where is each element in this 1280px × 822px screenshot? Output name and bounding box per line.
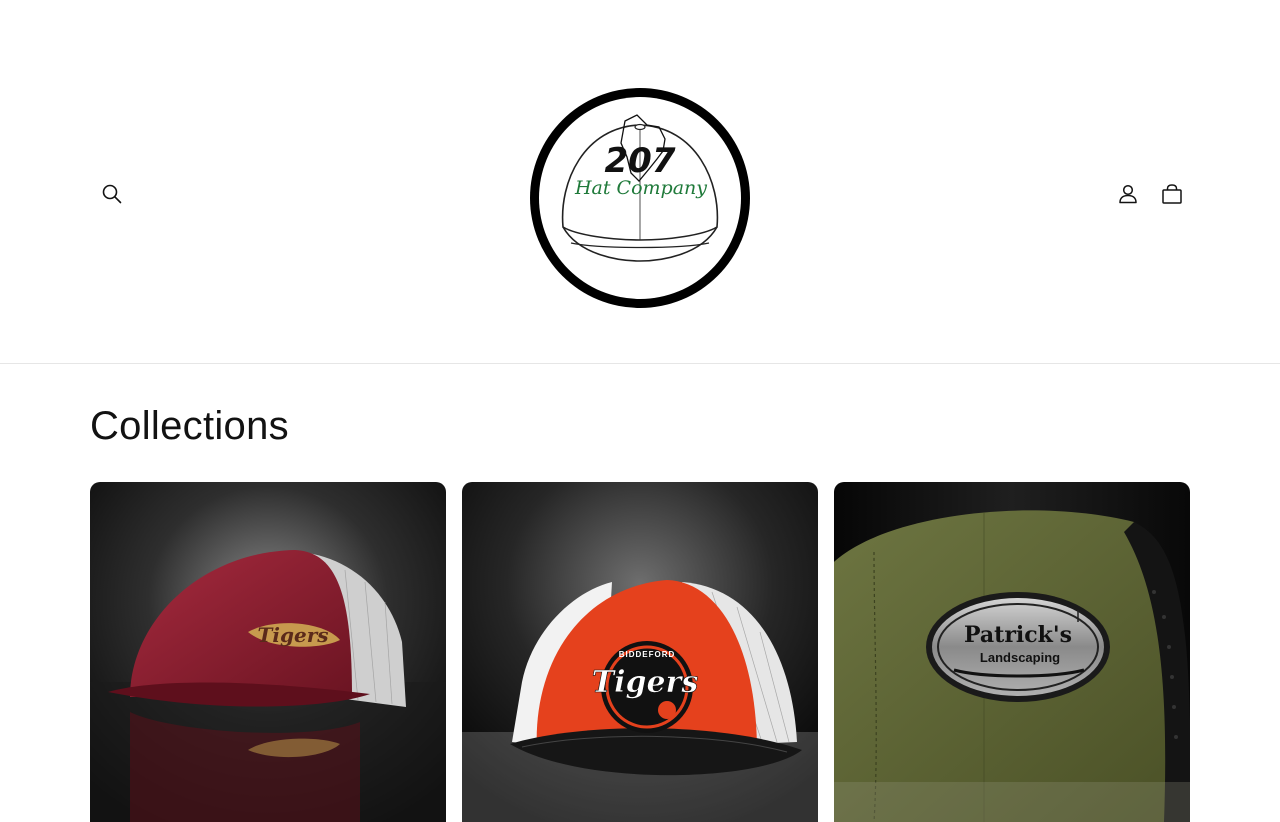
- patch-sub-text: Landscaping: [980, 650, 1060, 665]
- logo-number: 207: [605, 141, 676, 181]
- collection-card[interactable]: Tigers: [90, 482, 446, 822]
- collection-card[interactable]: BIDDEFORD Tigers: [462, 482, 818, 822]
- collection-image: BIDDEFORD Tigers: [462, 482, 818, 822]
- account-icon: [1119, 184, 1137, 204]
- page-title: Collections: [90, 404, 289, 448]
- patch-text: Tigers: [592, 665, 699, 700]
- logo-script-text: Hat Company: [574, 177, 707, 199]
- site-header: CUSTOM HATS MADE TO ORDER 207 Hat Compan…: [0, 0, 1280, 364]
- collection-image: Patrick's Landscaping: [834, 482, 1190, 822]
- cart-icon: [1162, 184, 1182, 204]
- patch-text: Patrick's: [964, 622, 1072, 648]
- patch-text: Tigers: [258, 623, 329, 647]
- logo-image: CUSTOM HATS MADE TO ORDER 207 Hat Compan…: [530, 88, 750, 308]
- cart-button[interactable]: [1150, 172, 1194, 216]
- collection-image: Tigers: [90, 482, 446, 822]
- search-button[interactable]: [90, 172, 134, 216]
- account-button[interactable]: [1106, 172, 1150, 216]
- collection-grid: Tigers BIDDEFORD Tigers Patrick's Landsc…: [90, 482, 1190, 822]
- search-icon: [102, 184, 122, 204]
- logo-link[interactable]: CUSTOM HATS MADE TO ORDER 207 Hat Compan…: [519, 77, 761, 319]
- patch-top-text: BIDDEFORD: [619, 650, 676, 659]
- collection-card[interactable]: Patrick's Landscaping: [834, 482, 1190, 822]
